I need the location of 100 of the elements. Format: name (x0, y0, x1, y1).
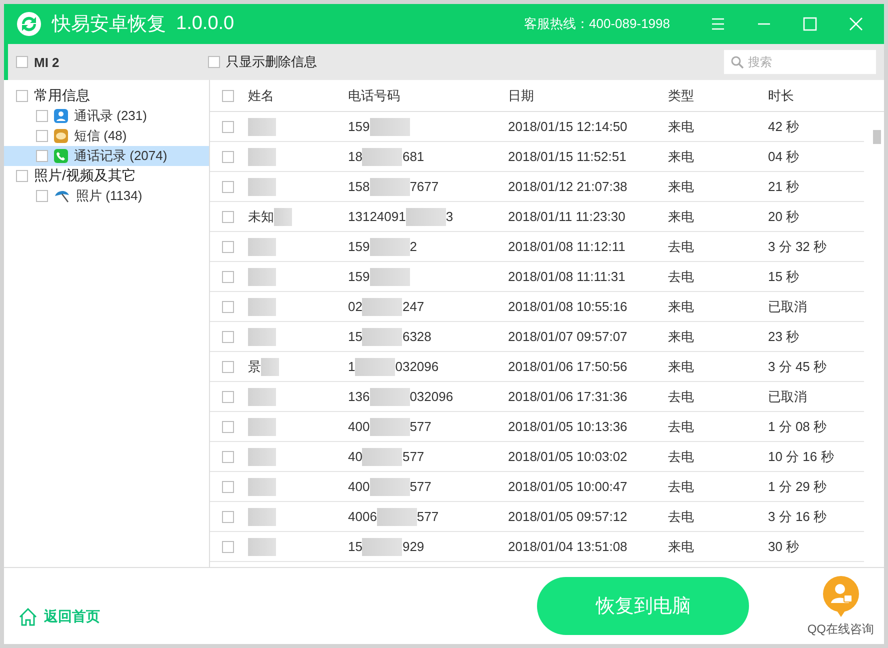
duration-cell: 1 分 08 秒 (768, 418, 827, 436)
duration-cell: 已取消 (768, 388, 807, 406)
column-header: 类型 (668, 86, 694, 104)
app-version: 1.0.0.0 (176, 13, 234, 35)
category-checkbox[interactable] (16, 170, 28, 182)
phone-cell: 02 (348, 299, 362, 314)
redaction-block (248, 118, 276, 136)
phone-cell: 4006 (348, 509, 377, 524)
row-checkbox[interactable] (222, 330, 234, 342)
message-icon (54, 129, 68, 143)
select-all-checkbox[interactable] (222, 90, 234, 102)
phone-cell: 136 (348, 389, 370, 404)
phone-cell: 929 (402, 539, 424, 554)
duration-cell: 1 分 29 秒 (768, 478, 827, 496)
row-checkbox[interactable] (222, 270, 234, 282)
sidebar-item[interactable]: 短信 (48) (4, 126, 209, 146)
row-checkbox[interactable] (222, 360, 234, 372)
type-cell: 来电 (668, 118, 694, 136)
row-checkbox[interactable] (222, 180, 234, 192)
row-checkbox[interactable] (222, 450, 234, 462)
phone-cell: 15 (348, 329, 362, 344)
duration-cell: 04 秒 (768, 148, 800, 166)
row-checkbox[interactable] (222, 300, 234, 312)
redaction-block (261, 358, 279, 376)
phone-cell: 032096 (410, 389, 454, 404)
redaction-block (362, 538, 402, 556)
close-icon (849, 17, 863, 31)
search-icon (731, 56, 744, 69)
category-checkbox[interactable] (16, 90, 28, 102)
duration-cell: 3 分 32 秒 (768, 238, 827, 256)
type-cell: 去电 (668, 238, 694, 256)
type-cell: 来电 (668, 148, 694, 166)
maximize-icon (803, 17, 817, 31)
phone-icon (54, 149, 68, 163)
date-cell: 2018/01/08 11:11:31 (508, 269, 626, 284)
type-cell: 去电 (668, 478, 694, 496)
item-checkbox[interactable] (36, 150, 48, 162)
support-icon[interactable] (822, 574, 860, 616)
duration-cell: 42 秒 (768, 118, 800, 136)
redaction-block (248, 478, 276, 496)
date-cell: 2018/01/06 17:31:36 (508, 389, 628, 404)
column-header: 日期 (508, 86, 534, 104)
phone-cell: 577 (410, 479, 432, 494)
redaction-block (370, 418, 410, 436)
redaction-block (370, 478, 410, 496)
duration-cell: 21 秒 (768, 178, 800, 196)
type-cell: 去电 (668, 448, 694, 466)
row-checkbox[interactable] (222, 390, 234, 402)
search-field[interactable]: 搜索 (724, 50, 876, 74)
row-checkbox[interactable] (222, 120, 234, 132)
redaction-block (248, 388, 276, 406)
redaction-block (355, 358, 396, 376)
sidebar-item[interactable]: 通讯录 (231) (4, 106, 209, 126)
row-checkbox[interactable] (222, 150, 234, 162)
date-cell: 2018/01/11 11:23:30 (508, 209, 626, 224)
type-cell: 去电 (668, 418, 694, 436)
phone-cell: 577 (416, 509, 439, 524)
duration-cell: 30 秒 (768, 538, 800, 556)
type-cell: 去电 (668, 388, 694, 406)
item-checkbox[interactable] (36, 190, 48, 202)
redaction-block (248, 328, 276, 346)
redaction-block (362, 298, 402, 316)
sidebar-item[interactable]: 通话记录 (2074) (4, 146, 209, 166)
deleted-only-label: 只显示删除信息 (226, 53, 317, 71)
date-cell: 2018/01/07 09:57:07 (508, 329, 628, 344)
type-cell: 来电 (668, 538, 694, 556)
item-checkbox[interactable] (36, 110, 48, 122)
item-checkbox[interactable] (36, 130, 48, 142)
date-cell: 2018/01/05 10:03:02 (508, 449, 628, 464)
date-cell: 2018/01/15 11:52:51 (508, 149, 626, 164)
date-cell: 2018/01/04 13:51:08 (508, 539, 628, 554)
row-checkbox[interactable] (222, 540, 234, 552)
row-checkbox[interactable] (222, 420, 234, 432)
date-cell: 2018/01/05 10:13:36 (508, 419, 628, 434)
device-checkbox[interactable] (16, 56, 28, 68)
phone-cell: 159 (348, 239, 370, 254)
redaction-block (248, 178, 276, 196)
type-cell: 来电 (668, 178, 694, 196)
deleted-only-checkbox[interactable] (208, 56, 220, 68)
scroll-thumb[interactable] (873, 130, 881, 144)
row-checkbox[interactable] (222, 240, 234, 252)
phone-cell: 1 (348, 359, 356, 374)
redaction-block (362, 448, 402, 466)
date-cell: 2018/01/15 12:14:50 (508, 119, 628, 134)
phone-cell: 032096 (395, 359, 439, 374)
redaction-block (274, 208, 292, 226)
row-checkbox[interactable] (222, 510, 234, 522)
date-cell: 2018/01/05 10:00:47 (508, 479, 628, 494)
type-cell: 来电 (668, 208, 694, 226)
duration-cell: 20 秒 (768, 208, 800, 226)
category-label[interactable]: 照片/视频及其它 (34, 167, 136, 185)
category-label[interactable]: 常用信息 (34, 87, 90, 105)
phone-cell: 3 (446, 209, 454, 224)
phone-cell: 159 (348, 119, 370, 134)
sidebar-item[interactable]: 照片 (1134) (4, 186, 209, 206)
row-checkbox[interactable] (222, 480, 234, 492)
row-checkbox[interactable] (222, 210, 234, 222)
name-cell: 景 (248, 358, 261, 376)
date-cell: 2018/01/05 09:57:12 (508, 509, 628, 524)
item-label: 通讯录 (231) (74, 107, 147, 125)
